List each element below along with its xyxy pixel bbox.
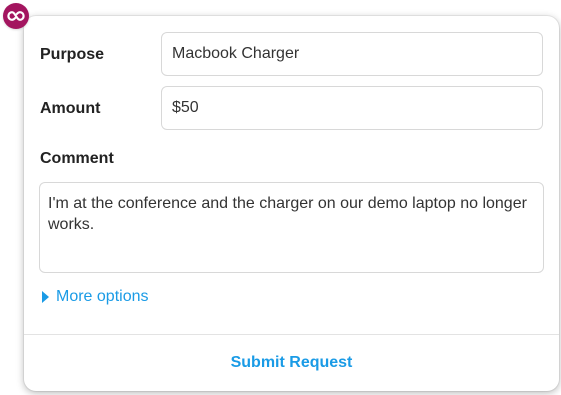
- amount-input[interactable]: $50: [161, 86, 543, 130]
- purpose-label: Purpose: [40, 46, 105, 63]
- comment-textarea[interactable]: I'm at the conference and the charger on…: [39, 182, 544, 273]
- purpose-input[interactable]: Macbook Charger: [161, 32, 543, 76]
- caret-right-icon: [42, 291, 49, 303]
- submit-request-button[interactable]: Submit Request: [24, 335, 559, 391]
- stage: Purpose Macbook Charger Amount $50 Comme…: [0, 0, 561, 395]
- request-card: Purpose Macbook Charger Amount $50 Comme…: [24, 16, 559, 391]
- infinity-link-icon: [7, 11, 25, 21]
- more-options-label: More options: [56, 288, 149, 305]
- comment-label: Comment: [40, 150, 114, 167]
- amount-label: Amount: [40, 100, 101, 117]
- app-badge[interactable]: [3, 3, 29, 29]
- more-options-toggle[interactable]: More options: [40, 288, 149, 306]
